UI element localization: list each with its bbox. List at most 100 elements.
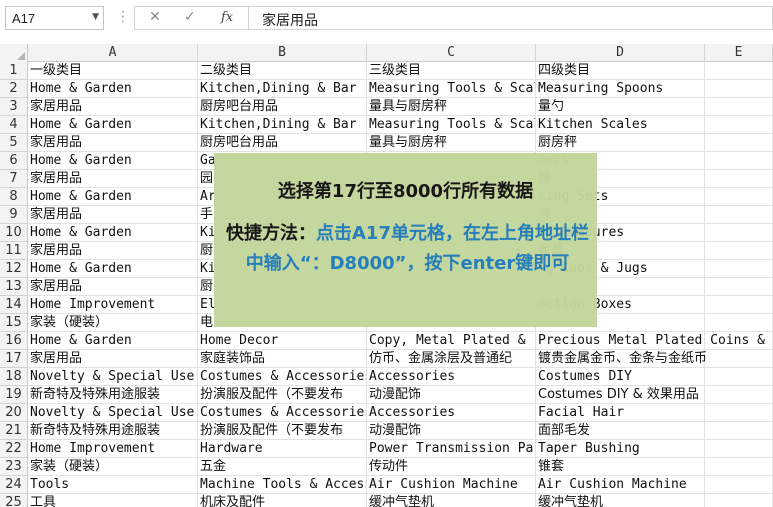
- cell-e1[interactable]: [705, 62, 773, 80]
- cell-e16[interactable]: [705, 332, 773, 350]
- select-all-corner[interactable]: [0, 44, 28, 62]
- cell-b16[interactable]: Home Decor: [198, 332, 367, 350]
- formula-input[interactable]: 家居用品: [248, 6, 773, 30]
- cell-e2[interactable]: [705, 80, 773, 98]
- row-header[interactable]: 1: [0, 62, 28, 80]
- cell-b23[interactable]: 五金: [198, 458, 367, 476]
- cell-a24[interactable]: Tools: [28, 476, 198, 494]
- column-header-a[interactable]: A: [28, 44, 198, 62]
- cell-a12[interactable]: Home & Garden: [28, 260, 198, 278]
- row-header[interactable]: 16: [0, 332, 28, 350]
- cell-e3[interactable]: [705, 98, 773, 116]
- row-header[interactable]: 24: [0, 476, 28, 494]
- cell-e8[interactable]: [705, 188, 773, 206]
- cell-c21[interactable]: 动漫配饰: [367, 422, 536, 440]
- cell-e14[interactable]: [705, 296, 773, 314]
- column-header-d[interactable]: D: [536, 44, 705, 62]
- cell-a21[interactable]: 新奇特及特殊用途服装: [28, 422, 198, 440]
- cell-a23[interactable]: 家装（硬装）: [28, 458, 198, 476]
- cell-d17[interactable]: 镀贵金属金币、金条与金纸币: [536, 350, 707, 368]
- cell-a1[interactable]: 一级类目: [28, 62, 198, 80]
- formula-content[interactable]: 家居用品: [262, 10, 318, 30]
- cell-e13[interactable]: [705, 278, 773, 296]
- cell-d2[interactable]: Measuring Spoons: [536, 80, 705, 98]
- cell-c2[interactable]: Measuring Tools & Scales: [367, 80, 536, 98]
- cell-c3[interactable]: 量具与厨房秤: [367, 98, 536, 116]
- cell-e4[interactable]: [705, 116, 773, 134]
- cell-d23[interactable]: 锥套: [536, 458, 705, 476]
- row-header[interactable]: 12: [0, 260, 28, 278]
- cell-b22[interactable]: Hardware: [198, 440, 367, 458]
- cell-a2[interactable]: Home & Garden: [28, 80, 198, 98]
- cell-a9[interactable]: 家居用品: [28, 206, 198, 224]
- cell-a6[interactable]: Home & Garden: [28, 152, 198, 170]
- cell-c22[interactable]: Power Transmission Parts: [367, 440, 536, 458]
- row-header[interactable]: 13: [0, 278, 28, 296]
- chevron-down-icon[interactable]: ▼: [92, 12, 99, 22]
- cell-b19[interactable]: 扮演服及配件（不要发布: [198, 386, 367, 404]
- cell-b2[interactable]: Kitchen,Dining & Bar: [198, 80, 367, 98]
- cell-e6[interactable]: [705, 152, 773, 170]
- cell-b25[interactable]: 机床及配件: [198, 494, 367, 507]
- cell-d4[interactable]: Kitchen Scales: [536, 116, 705, 134]
- row-header[interactable]: 18: [0, 368, 28, 386]
- cell-e22[interactable]: [705, 440, 773, 458]
- cell-d22[interactable]: Taper Bushing: [536, 440, 705, 458]
- cell-a17[interactable]: 家居用品: [28, 350, 198, 368]
- drag-handle-icon[interactable]: ⋮: [116, 9, 130, 25]
- cell-e18[interactable]: [705, 368, 773, 386]
- cell-e12[interactable]: [705, 260, 773, 278]
- row-header[interactable]: 10: [0, 224, 28, 242]
- row-header[interactable]: 21: [0, 422, 28, 440]
- cell-d3[interactable]: 量勺: [536, 98, 705, 116]
- row-header[interactable]: 17: [0, 350, 28, 368]
- row-header[interactable]: 5: [0, 134, 28, 152]
- cell-e17[interactable]: [705, 350, 773, 368]
- cell-a14[interactable]: Home Improvement: [28, 296, 198, 314]
- cell-b20[interactable]: Costumes & Accessories: [198, 404, 367, 422]
- cell-e9[interactable]: [705, 206, 773, 224]
- cell-a16[interactable]: Home & Garden: [28, 332, 198, 350]
- cancel-icon[interactable]: ✕: [149, 9, 161, 25]
- insert-function-icon[interactable]: fx: [221, 10, 233, 25]
- cell-c5[interactable]: 量具与厨房秤: [367, 134, 536, 152]
- cell-d16[interactable]: Precious Metal Plated Coins & Gold Bill: [536, 332, 773, 350]
- cell-c24[interactable]: Air Cushion Machine: [367, 476, 536, 494]
- column-header-c[interactable]: C: [367, 44, 536, 62]
- cell-b17[interactable]: 家庭装饰品: [198, 350, 367, 368]
- cell-a13[interactable]: 家居用品: [28, 278, 198, 296]
- cell-c17[interactable]: 仿币、金属涂层及普通纪: [367, 350, 536, 368]
- cell-a10[interactable]: Home & Garden: [28, 224, 198, 242]
- row-header[interactable]: 20: [0, 404, 28, 422]
- row-header[interactable]: 6: [0, 152, 28, 170]
- cell-e20[interactable]: [705, 404, 773, 422]
- row-header[interactable]: 7: [0, 170, 28, 188]
- cell-c1[interactable]: 三级类目: [367, 62, 536, 80]
- cell-a20[interactable]: Novelty & Special Use: [28, 404, 198, 422]
- row-header[interactable]: 4: [0, 116, 28, 134]
- cell-e11[interactable]: [705, 242, 773, 260]
- column-header-e[interactable]: E: [705, 44, 773, 62]
- name-box[interactable]: A17 ▼: [5, 6, 104, 30]
- cell-b1[interactable]: 二级类目: [198, 62, 367, 80]
- cell-c18[interactable]: Accessories: [367, 368, 536, 386]
- cell-c20[interactable]: Accessories: [367, 404, 536, 422]
- row-header[interactable]: 3: [0, 98, 28, 116]
- cell-e25[interactable]: [705, 494, 773, 507]
- row-header[interactable]: 8: [0, 188, 28, 206]
- cell-b5[interactable]: 厨房吧台用品: [198, 134, 367, 152]
- cell-d19[interactable]: Costumes DIY & 效果用品: [536, 386, 705, 404]
- cell-e23[interactable]: [705, 458, 773, 476]
- cell-d1[interactable]: 四级类目: [536, 62, 705, 80]
- cell-d20[interactable]: Facial Hair: [536, 404, 705, 422]
- cell-a8[interactable]: Home & Garden: [28, 188, 198, 206]
- cell-e19[interactable]: [705, 386, 773, 404]
- row-header[interactable]: 19: [0, 386, 28, 404]
- cell-e15[interactable]: [705, 314, 773, 332]
- cell-a18[interactable]: Novelty & Special Use: [28, 368, 198, 386]
- row-header[interactable]: 14: [0, 296, 28, 314]
- cell-a4[interactable]: Home & Garden: [28, 116, 198, 134]
- cell-a25[interactable]: 工具: [28, 494, 198, 507]
- column-header-b[interactable]: B: [198, 44, 367, 62]
- cell-a7[interactable]: 家居用品: [28, 170, 198, 188]
